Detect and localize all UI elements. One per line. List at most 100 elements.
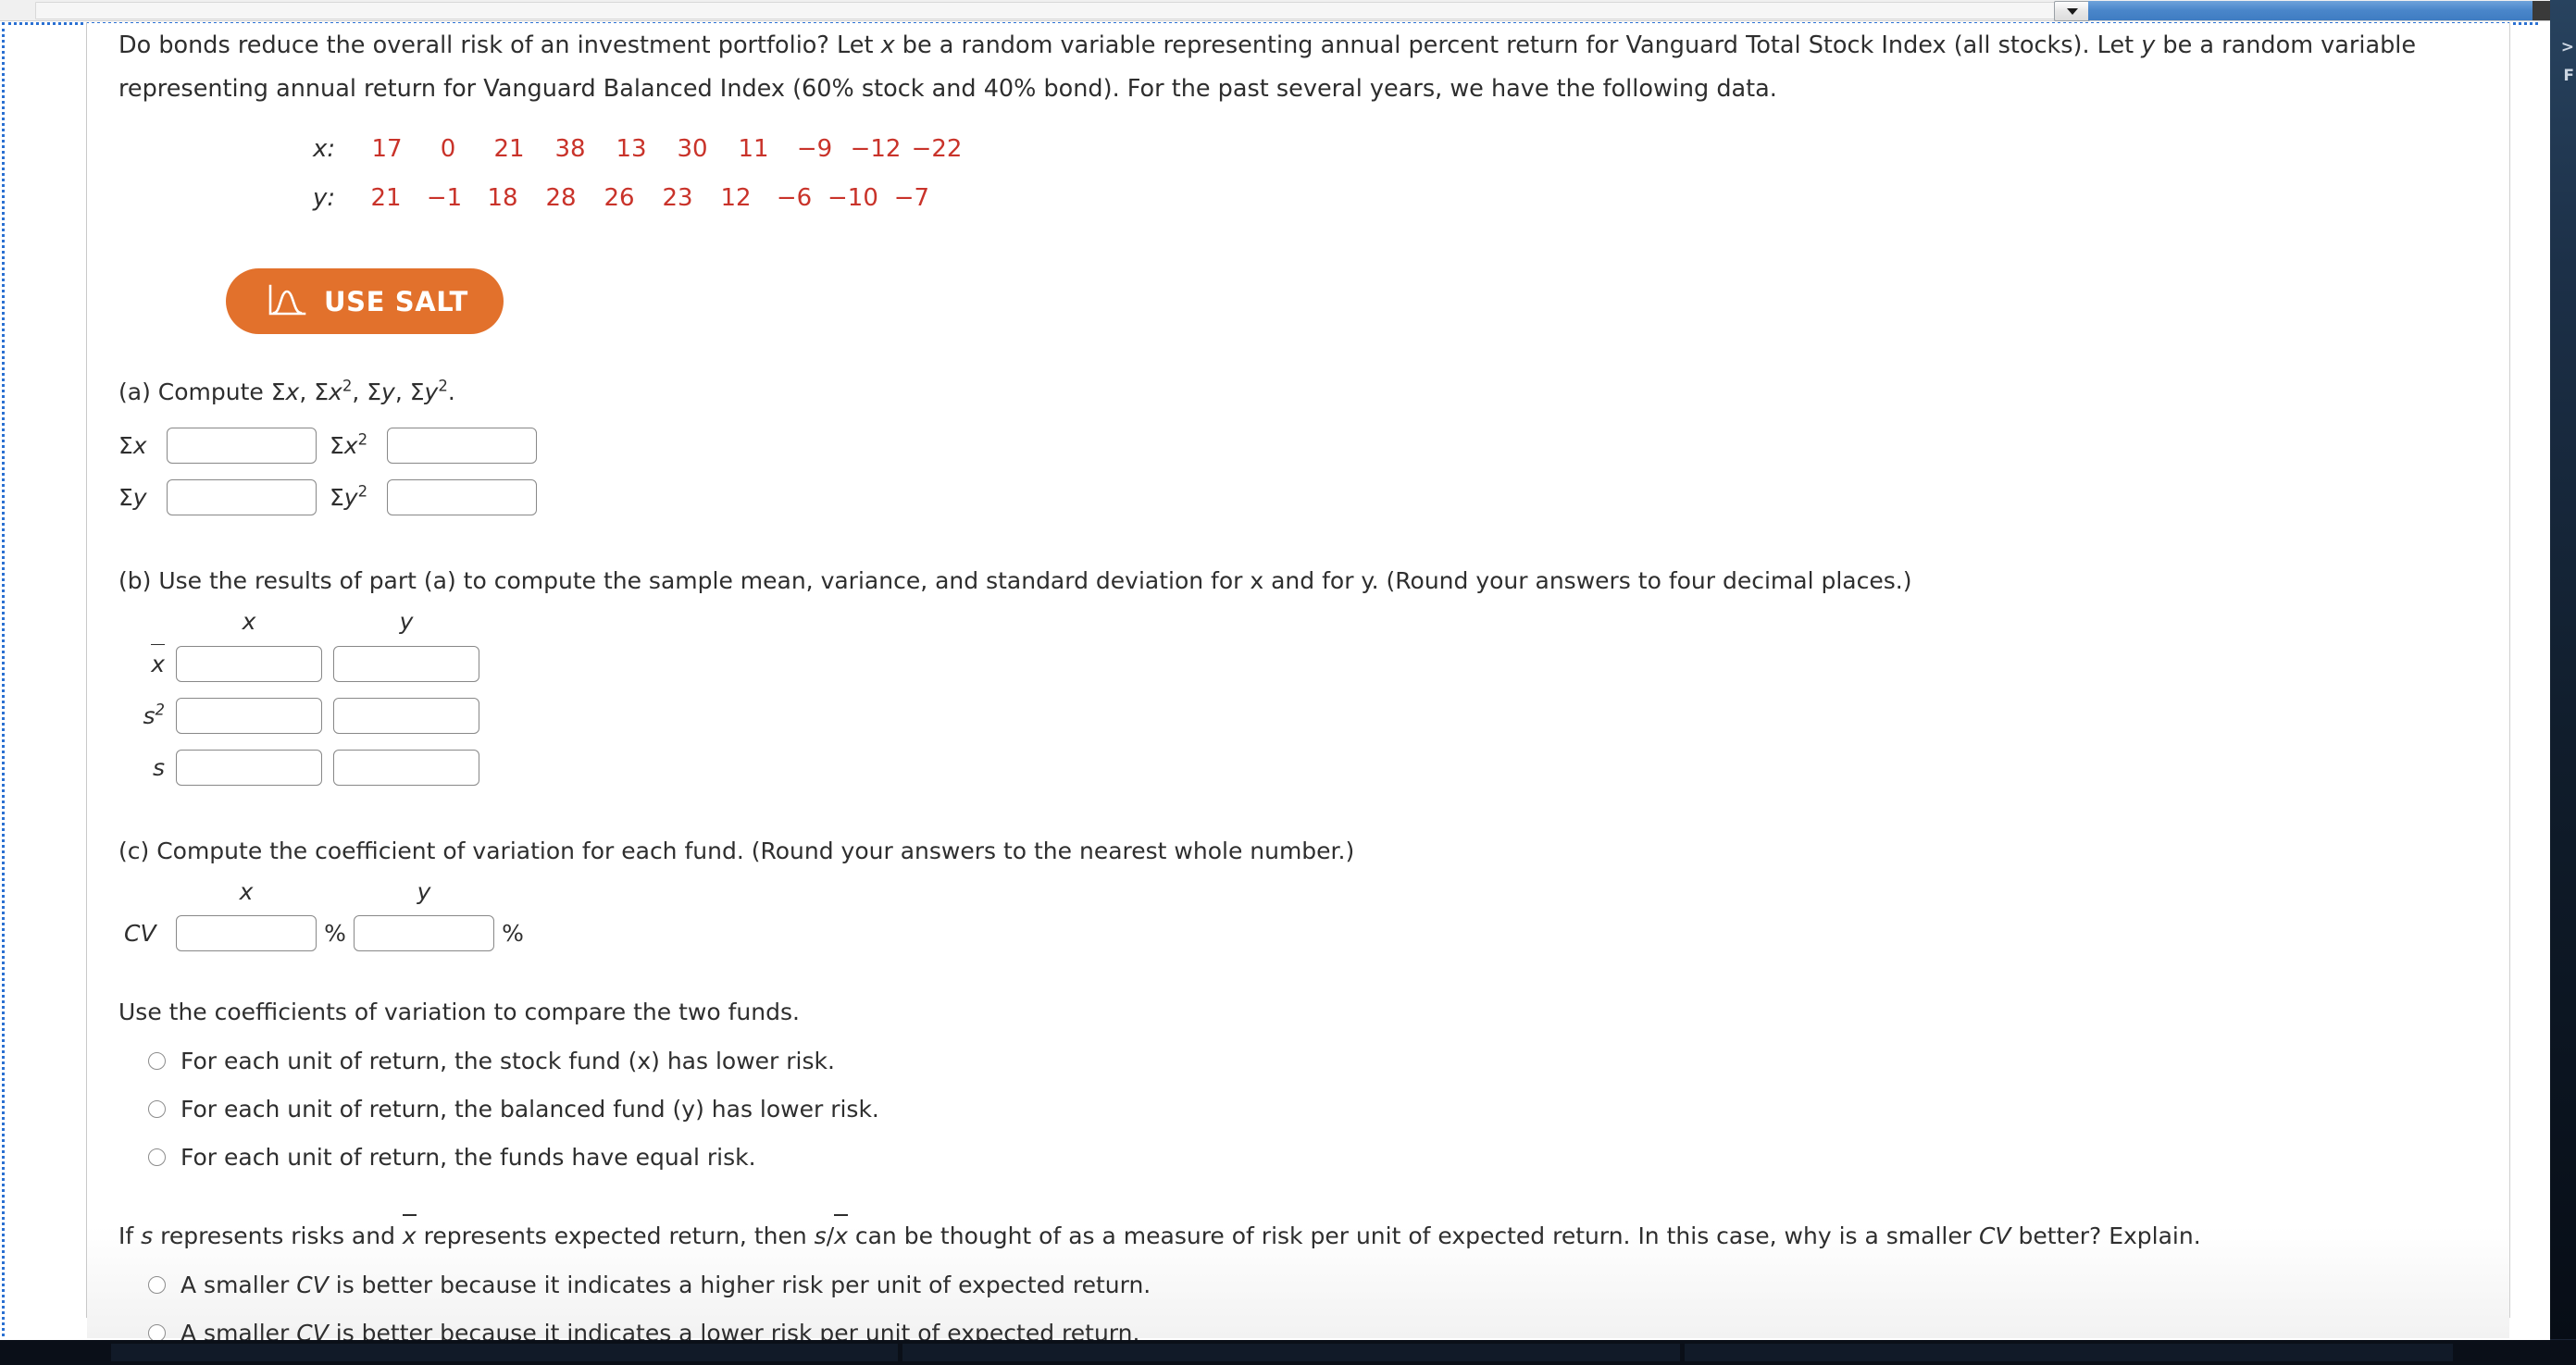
- radio-button-icon[interactable]: [148, 1276, 166, 1294]
- desktop-icon-1: >: [2560, 38, 2574, 56]
- data-value: 26: [604, 184, 635, 212]
- part-c-header-row: x y: [124, 875, 2488, 908]
- part-a-grid: Σx Σx2 Σy Σy2: [118, 419, 2488, 523]
- part-b-prompt: (b) Use the results of part (a) to compu…: [118, 567, 1912, 594]
- s-label: s: [152, 753, 165, 781]
- data-row-x-label: x:: [313, 135, 336, 163]
- sum-x-input[interactable]: [167, 427, 317, 464]
- sum-y-input[interactable]: [167, 478, 317, 515]
- radio-button-icon[interactable]: [148, 1100, 166, 1118]
- taskbar-item-1[interactable]: [111, 1344, 898, 1361]
- mean-y-input[interactable]: [333, 645, 479, 682]
- s-squared-label: s2: [143, 701, 165, 729]
- part-b-row-stddev: s: [139, 741, 2488, 793]
- desktop-background: > F Do bonds reduce the overall risk of …: [0, 0, 2576, 1365]
- data-value: 23: [662, 184, 693, 212]
- cv-y-input[interactable]: [354, 914, 494, 951]
- part-b-row-mean: x: [139, 638, 2488, 689]
- part-a-row-2: Σy Σy2: [118, 471, 2488, 523]
- desktop-right-strip: [2550, 0, 2576, 1340]
- part-b-grid: x y x s2 s: [139, 604, 2488, 793]
- question-content: Do bonds reduce the overall risk of an i…: [118, 24, 2488, 1340]
- part-c-row-cv: CV % %: [124, 908, 2488, 958]
- part-a-row-1: Σx Σx2: [118, 419, 2488, 471]
- data-value: −9: [796, 135, 833, 163]
- right-divider-rule: [2509, 22, 2510, 1318]
- final-ratio-s: s: [814, 1222, 827, 1249]
- part-c-header-x: x: [239, 877, 254, 905]
- data-value: 13: [616, 135, 647, 163]
- final-option-2[interactable]: A smaller CV is better because it indica…: [148, 1319, 2488, 1340]
- radio-button-icon[interactable]: [148, 1324, 166, 1340]
- data-value: −12: [850, 135, 902, 163]
- final-var-xbar: x: [402, 1214, 417, 1252]
- final-option-2-post: is better because it indicates a lower r…: [328, 1320, 1140, 1340]
- percent-sign-x: %: [324, 919, 346, 947]
- final-var-s: s: [141, 1222, 154, 1249]
- horizontal-scrollbar[interactable]: [35, 2, 2057, 19]
- compare-option-2[interactable]: For each unit of return, the balanced fu…: [148, 1095, 2488, 1124]
- final-option-2-label: A smaller CV is better because it indica…: [180, 1319, 1139, 1340]
- mean-x-input[interactable]: [176, 645, 322, 682]
- data-row-x-values: 17 0 21 38 13 30 11 −9 −12 −22: [361, 135, 972, 163]
- final-option-2-cv: CV: [296, 1320, 329, 1340]
- data-value: 0: [440, 135, 456, 163]
- stddev-x-input[interactable]: [176, 749, 322, 786]
- data-row-x: x: 17 0 21 38 13 30 11 −9 −12 −22: [313, 135, 2488, 184]
- taskbar-item-3[interactable]: [1685, 1344, 2453, 1361]
- final-option-1-cv: CV: [296, 1272, 329, 1298]
- part-a: (a) Compute Σx, Σx2, Σy, Σy2. Σx Σx2 Σy …: [118, 377, 2488, 523]
- final-option-2-pre: A smaller: [180, 1320, 297, 1340]
- final-option-1-label: A smaller CV is better because it indica…: [180, 1271, 1151, 1300]
- part-c-header-y: y: [417, 877, 431, 905]
- final-text-b: represents risks and: [153, 1222, 403, 1249]
- compare-option-3[interactable]: For each unit of return, the funds have …: [148, 1143, 2488, 1173]
- sum-y-squared-label: Σy2: [330, 482, 368, 511]
- final-ratio-slash: /: [826, 1222, 835, 1249]
- compare-option-1[interactable]: For each unit of return, the stock fund …: [148, 1047, 2488, 1076]
- data-value: 21: [493, 135, 525, 163]
- data-value: 11: [738, 135, 769, 163]
- sum-x-label: Σx: [118, 431, 147, 459]
- part-a-prompt: (a) Compute Σx, Σx2, Σy, Σy2.: [118, 377, 455, 405]
- stddev-y-input[interactable]: [333, 749, 479, 786]
- part-c: (c) Compute the coefficient of variation…: [118, 836, 2488, 1173]
- compare-option-1-label: For each unit of return, the stock fund …: [180, 1048, 835, 1074]
- radio-button-icon[interactable]: [148, 1148, 166, 1166]
- final-option-1[interactable]: A smaller CV is better because it indica…: [148, 1271, 2488, 1300]
- percent-sign-y: %: [502, 919, 524, 947]
- taskbar[interactable]: [0, 1339, 2576, 1365]
- question-statement: Do bonds reduce the overall risk of an i…: [118, 24, 2488, 111]
- data-value: 12: [720, 184, 752, 212]
- final-prompt: If s represents risks and x represents e…: [118, 1214, 2488, 1252]
- compare-option-2-label: For each unit of return, the balanced fu…: [180, 1096, 879, 1123]
- dropdown-button[interactable]: [2054, 1, 2090, 21]
- x-bar-label: x: [151, 643, 165, 677]
- use-salt-button[interactable]: USE SALT: [226, 268, 504, 334]
- part-c-grid: x y CV % %: [124, 875, 2488, 958]
- part-b-header-x: x: [242, 607, 256, 635]
- data-value: 17: [371, 135, 403, 163]
- selection-highlight-bar: [2088, 1, 2532, 20]
- data-value: 18: [487, 184, 518, 212]
- variance-y-input[interactable]: [333, 697, 479, 734]
- variance-x-input[interactable]: [176, 697, 322, 734]
- sum-x-squared-input[interactable]: [387, 427, 537, 464]
- sum-y-squared-input[interactable]: [387, 478, 537, 515]
- compare-funds-prompt: Use the coefficients of variation to com…: [118, 999, 800, 1025]
- question-var-x: x: [880, 31, 895, 59]
- part-b-header-y: y: [399, 607, 414, 635]
- final-question: If s represents risks and x represents e…: [118, 1214, 2488, 1340]
- radio-button-icon[interactable]: [148, 1052, 166, 1070]
- left-divider-rule: [86, 22, 87, 1318]
- cv-x-input[interactable]: [176, 914, 317, 951]
- cv-label: CV: [124, 919, 156, 947]
- final-ratio-xbar: x: [834, 1214, 848, 1252]
- final-text-e: better? Explain.: [2010, 1222, 2201, 1249]
- taskbar-item-2[interactable]: [902, 1344, 1680, 1361]
- sum-x-squared-label: Σx2: [330, 430, 368, 459]
- data-value: −7: [893, 184, 930, 212]
- part-c-prompt: (c) Compute the coefficient of variation…: [118, 838, 1355, 864]
- data-table: x: 17 0 21 38 13 30 11 −9 −12 −22 y: 21 …: [313, 135, 2488, 233]
- data-row-y-label: y:: [313, 184, 336, 212]
